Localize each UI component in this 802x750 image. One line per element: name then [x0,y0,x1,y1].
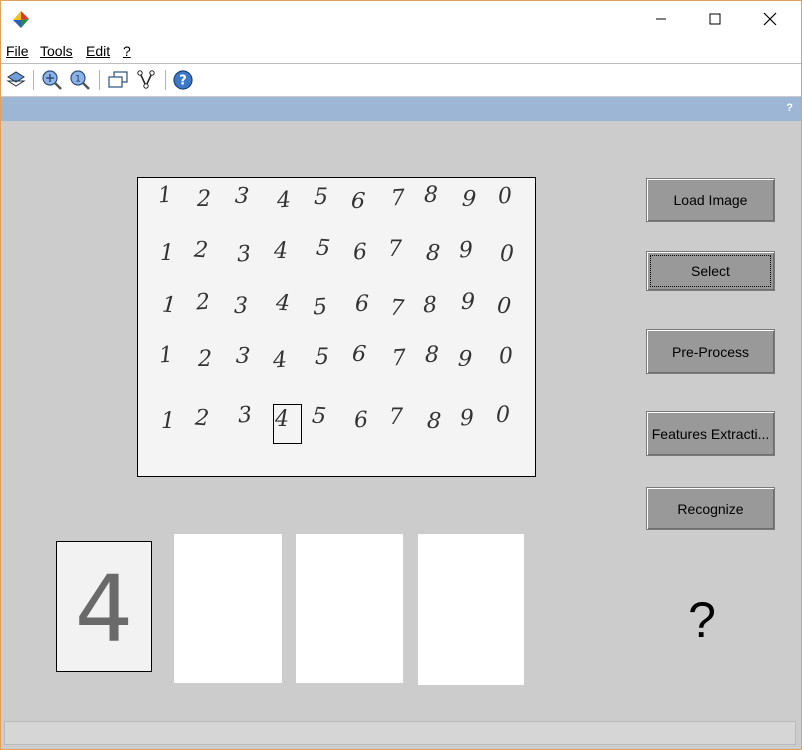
handwritten-digit: 1 [160,241,174,266]
header-bar: ? [1,97,801,121]
app-icon [13,11,29,28]
handwritten-digit: 6 [352,239,368,266]
handwritten-digit: 1 [157,182,173,209]
handwritten-digit: 3 [236,241,252,268]
zoom-in-icon[interactable] [41,69,63,91]
handwritten-digit: 6 [355,292,369,317]
handwritten-digit: 9 [459,405,475,432]
menu-file[interactable]: File [6,43,29,59]
handwritten-digit: 8 [425,240,441,267]
handwritten-digit: 9 [458,237,474,264]
handwritten-digit: 6 [351,341,367,368]
features-panel [296,534,403,683]
context-help[interactable]: ? [786,102,793,114]
handwritten-digit: 0 [496,293,512,320]
handwritten-digit: 1 [158,342,174,369]
menu-tools[interactable]: Tools [40,43,73,59]
menu-edit[interactable]: Edit [86,43,110,59]
handwritten-digit: 4 [275,290,291,317]
handwritten-digit: 2 [194,405,210,432]
handwritten-digit: 0 [500,242,514,267]
pre-process-button[interactable]: Pre-Process [646,329,775,374]
status-bar [4,721,796,745]
handwritten-digit: 6 [353,407,369,434]
handwritten-digit: 5 [315,345,329,370]
select-button[interactable]: Select [646,251,775,291]
handwritten-digit: 3 [234,294,248,319]
handwritten-digit: 5 [315,235,331,262]
handwritten-digit: 9 [461,290,475,315]
close-button[interactable] [747,1,793,37]
handwritten-digit: 7 [391,345,407,372]
maximize-button[interactable] [692,1,738,37]
handwritten-digit: 9 [457,346,473,373]
handwritten-digit: 4 [274,239,288,264]
digits-image[interactable]: 1234567890123456789012345678901234567890… [137,177,536,477]
svg-text:?: ? [179,74,187,89]
title-bar [1,1,801,39]
tree-icon[interactable] [135,69,157,91]
handwritten-digit: 1 [161,409,175,434]
help-icon[interactable]: ? [172,69,194,91]
handwritten-digit: 0 [497,183,513,210]
handwritten-digit: 7 [390,185,406,212]
svg-text:1: 1 [75,75,81,85]
toolbar-separator [165,70,166,90]
handwritten-digit: 7 [389,405,403,430]
handwritten-digit: 3 [237,402,253,429]
recognition-panel [418,534,524,685]
maximize-icon [709,13,721,25]
recognize-button[interactable]: Recognize [646,487,775,530]
handwritten-digit: 3 [234,183,250,210]
handwritten-digit: 0 [498,343,514,370]
menu-help[interactable]: ? [123,43,131,59]
edit-icon[interactable] [5,69,27,91]
handwritten-digit: 6 [350,188,366,215]
handwritten-digit: 8 [426,408,442,435]
handwritten-digit: 0 [496,403,510,428]
handwritten-digit: 5 [311,403,327,430]
handwritten-digit: 5 [312,294,328,321]
handwritten-digit: 5 [314,185,328,210]
toolbar: 1 ? [1,64,801,96]
zoom-out-icon[interactable]: 1 [69,69,91,91]
handwritten-digit: 1 [161,292,177,319]
toolbar-separator [99,70,100,90]
recognition-result: ? [688,592,716,648]
handwritten-digit: 8 [425,343,439,368]
handwritten-digit: 4 [276,187,292,214]
handwritten-digit: 8 [424,183,438,208]
handwritten-digit: 4 [275,407,289,432]
features-extraction-button[interactable]: Features Extracti... [646,411,775,456]
selected-digit-thumbnail: 4 [56,541,152,672]
windows-icon[interactable] [107,69,129,91]
handwritten-digit: 4 [272,347,288,374]
handwritten-digit: 7 [388,237,402,262]
toolbar-separator [33,70,34,90]
thumbnail-digit: 4 [74,556,134,663]
handwritten-digit: 8 [422,292,438,319]
preprocess-panel [174,534,282,683]
handwritten-digit: 2 [198,347,212,372]
handwritten-digit: 3 [235,343,251,370]
close-icon [763,12,777,26]
handwritten-digit: 7 [389,295,405,322]
handwritten-digit: 2 [195,289,211,316]
handwritten-digit: 2 [197,187,211,212]
handwritten-digit: 2 [193,237,209,264]
handwritten-digit: 9 [461,186,477,213]
menu-bar: File Tools Edit ? [1,39,801,64]
minimize-button[interactable] [638,1,684,37]
load-image-button[interactable]: Load Image [646,178,775,222]
minimize-icon [656,18,666,20]
